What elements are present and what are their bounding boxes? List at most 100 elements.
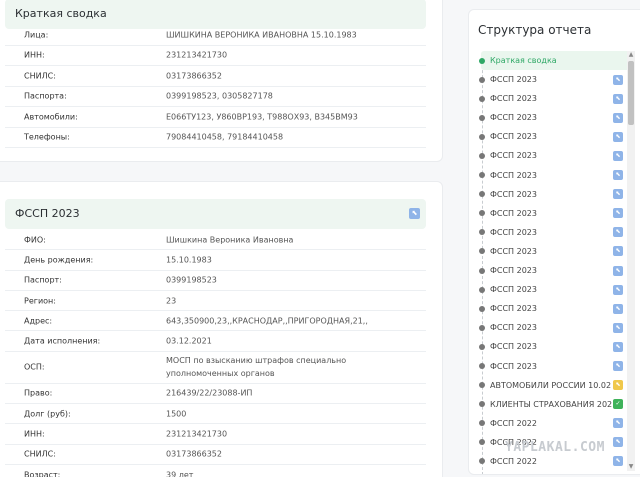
report-link-icon[interactable]: ⬉: [613, 303, 623, 314]
summary-rows: Лица: ШИШКИНА ВЕРОНИКА ИВАНОВНА 15.10.198…: [5, 25, 426, 148]
structure-item[interactable]: ФССП 2023 ⬉: [479, 357, 635, 376]
watermark-logo: YAPLAKAL.COM: [505, 440, 605, 455]
structure-item-label: ФССП 2023: [490, 246, 537, 256]
structure-item[interactable]: ФССП 2023 ⬉: [479, 280, 635, 299]
summary-row: СНИЛС: 03173866352: [5, 66, 426, 87]
structure-scrollbar[interactable]: ▲ ▼: [627, 51, 635, 471]
structure-item-label: ФССП 2023: [490, 132, 537, 142]
field-label: Телефоны:: [24, 132, 70, 142]
report-link-icon[interactable]: ⬉: [613, 246, 623, 257]
report-link-icon[interactable]: ⬉: [613, 131, 623, 142]
structure-item[interactable]: ФССП 2022⬉: [481, 471, 635, 474]
summary-row: Паспорта: 0399198523, 0305827178: [5, 87, 426, 107]
tree-dot-icon: [479, 210, 485, 217]
field-label: Долг (руб):: [24, 409, 71, 419]
summary-row: ИНН: 231213421730: [5, 46, 426, 66]
tree-dot-icon: [479, 286, 485, 293]
structure-item[interactable]: ФССП 2023 ⬉: [479, 242, 635, 261]
structure-item[interactable]: ФССП 2023 ⬉: [479, 261, 635, 280]
field-value: 231213421730: [166, 429, 228, 439]
field-value: 643,350900,23,,КРАСНОДАР,,ПРИГОРОДНАЯ,21…: [166, 316, 368, 326]
fssp-card: ФССП 2023 ⬉ ФИО: Шишкина Вероника Ивановн…: [0, 181, 443, 477]
structure-item-label: ФССП 2022: [490, 471, 612, 474]
structure-item[interactable]: ФССП 2023 ⬉: [479, 70, 635, 89]
report-link-icon[interactable]: ⬉: [613, 150, 623, 161]
structure-item-label: ФССП 2023: [490, 170, 537, 180]
tree-dot-icon: [479, 382, 485, 389]
report-link-icon[interactable]: ⬉: [613, 437, 623, 448]
summary-row: Автомобили: Е066ТУ123, У860ВР193, Т988ОХ9…: [5, 107, 426, 128]
report-link-icon[interactable]: ⬉: [613, 170, 623, 181]
scroll-up-arrow-icon[interactable]: ▲: [627, 51, 635, 59]
field-label: Паспорта:: [24, 91, 67, 101]
tree-dot-icon: [479, 76, 485, 83]
report-link-icon[interactable]: ⬉: [613, 93, 623, 104]
structure-item-label: ФССП 2023: [490, 75, 537, 85]
structure-item[interactable]: ФССП 2023 ⬉: [479, 185, 635, 204]
tree-dot-icon: [479, 267, 485, 274]
structure-item[interactable]: ФССП 2023 ⬉: [479, 89, 635, 108]
report-link-icon[interactable]: ⬉: [613, 265, 623, 276]
structure-item[interactable]: КЛИЕНТЫ СТРАХОВАНИЯ 2023 ✓: [479, 395, 635, 414]
structure-item-label: ФССП 2023: [490, 151, 537, 161]
scroll-thumb[interactable]: [628, 61, 634, 125]
summary-row: Телефоны: 79084410458, 79184410458: [5, 128, 426, 148]
field-label: Возраст:: [24, 470, 61, 477]
structure-item[interactable]: ФССП 2023 ⬉: [479, 146, 635, 165]
report-link-icon[interactable]: ⬉: [613, 418, 623, 429]
field-label: Дата исполнения:: [24, 336, 101, 346]
fssp-header: ФССП 2023 ⬉: [5, 199, 426, 229]
structure-item[interactable]: АВТОМОБИЛИ РОССИИ 10.02.... ⬉: [479, 376, 635, 395]
tree-dot-icon: [479, 420, 485, 427]
structure-panel: Структура отчета Краткая сводка ФССП 2023…: [468, 9, 640, 475]
fssp-row: Возраст: 39 лет: [5, 465, 426, 477]
field-value: 03173866352: [166, 449, 222, 459]
structure-item-label: ФССП 2023: [490, 361, 537, 371]
field-value: 0399198523, 0305827178: [166, 91, 273, 101]
report-link-icon[interactable]: ⬉: [613, 341, 623, 352]
report-link-icon[interactable]: ⬉: [613, 112, 623, 123]
report-link-icon[interactable]: ⬉: [613, 322, 623, 333]
field-value: 15.10.1983: [166, 255, 212, 265]
tree-dot-icon: [479, 439, 485, 446]
structure-item[interactable]: ФССП 2023 ⬉: [479, 299, 635, 318]
field-label: Право:: [24, 388, 53, 398]
structure-item[interactable]: ФССП 2023 ⬉: [479, 318, 635, 337]
field-value: 1500: [166, 409, 187, 419]
field-value: 03.12.2021: [166, 336, 212, 346]
insurance-db-icon[interactable]: ✓: [613, 399, 623, 410]
report-badge-icon[interactable]: ⬉: [409, 208, 420, 219]
report-link-icon[interactable]: ⬉: [613, 189, 623, 200]
field-value: 231213421730: [166, 50, 228, 60]
report-link-icon[interactable]: ⬉: [613, 227, 623, 238]
structure-item[interactable]: ФССП 2023 ⬉: [479, 166, 635, 185]
fssp-row: ОСП: МОСП по взысканию штрафов специально…: [5, 352, 426, 384]
field-value: 39 лет: [166, 470, 194, 477]
structure-item-label: ФССП 2023: [490, 342, 537, 352]
report-link-icon[interactable]: ⬉: [613, 208, 623, 219]
field-label: Лица:: [24, 30, 49, 40]
report-link-icon[interactable]: ⬉: [613, 361, 623, 371]
structure-item[interactable]: ФССП 2023 ⬉: [479, 337, 635, 356]
report-link-icon[interactable]: ⬉: [613, 284, 623, 295]
structure-item[interactable]: ФССП 2022⬉: [479, 414, 635, 433]
structure-item[interactable]: ФССП 2023 ⬉: [479, 108, 635, 127]
report-link-icon[interactable]: ⬉: [613, 74, 623, 85]
car-db-icon[interactable]: ⬉: [613, 380, 623, 391]
field-label: Паспорт:: [24, 275, 62, 285]
structure-item-label: ФССП 2023: [490, 94, 537, 104]
structure-item[interactable]: ФССП 2023 ⬉: [479, 204, 635, 223]
field-value: МОСП по взысканию штрафов специально упо…: [166, 356, 347, 379]
structure-item-label: ФССП 2023: [490, 323, 537, 333]
structure-item[interactable]: Краткая сводка: [479, 51, 635, 71]
field-label: Адрес:: [24, 316, 53, 326]
structure-item[interactable]: ФССП 2023 ⬉: [479, 223, 635, 242]
fssp-row: Адрес: 643,350900,23,,КРАСНОДАР,,ПРИГОРОД…: [5, 311, 426, 332]
tree-dot-icon: [479, 458, 485, 465]
structure-item[interactable]: ФССП 2023 ⬉: [479, 127, 635, 146]
scroll-down-arrow-icon[interactable]: ▼: [627, 463, 635, 471]
fssp-row: День рождения: 15.10.1983: [5, 250, 426, 271]
tree-dot-icon: [479, 324, 485, 331]
tree-dot-icon: [479, 152, 485, 159]
report-link-icon[interactable]: ⬉: [613, 456, 623, 467]
